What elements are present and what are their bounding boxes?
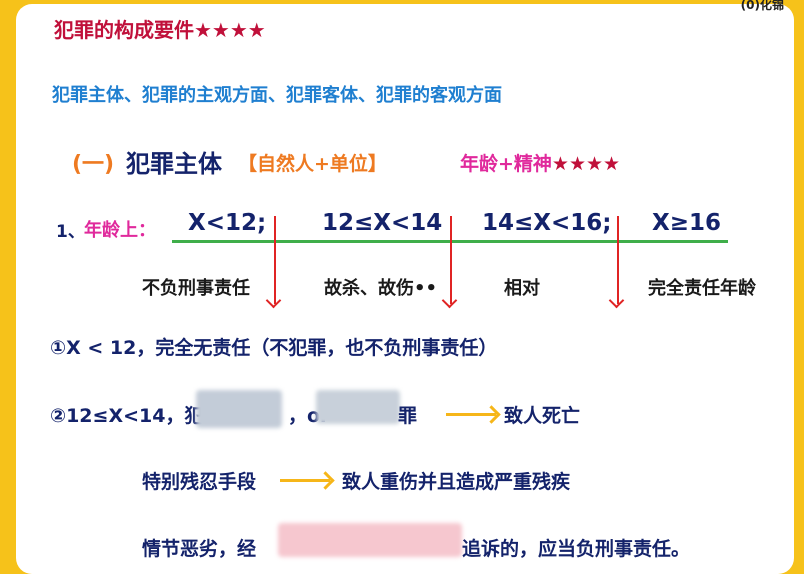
down-arrow-icon (617, 216, 619, 304)
down-arrow-icon (450, 216, 452, 304)
rule-line-4-prefix: 情节恶劣，经 (142, 538, 257, 560)
rule-line-3-prefix: 特别残忍手段 (142, 471, 257, 493)
redacted-block (196, 390, 282, 428)
slide-title-text: 犯罪的构成要件 (54, 18, 194, 42)
redacted-block (278, 523, 462, 557)
age-label: 年龄上： (84, 220, 156, 241)
rule-line-2-tail: 罪 (398, 405, 418, 427)
section-number: (一) (72, 152, 115, 177)
age-range-1: X<12; (188, 210, 267, 236)
section-stars: ★★★★ (551, 153, 621, 175)
responsibility-3: 相对 (504, 278, 540, 299)
rule-line-4-suffix: 追诉的，应当负刑事责任。 (462, 538, 691, 560)
elements-overview: 犯罪主体、犯罪的主观方面、犯罪客体、犯罪的客观方面 (52, 85, 502, 106)
age-mental-label: 年龄+精神★★★★ (460, 149, 620, 176)
age-range-4: X≥16 (652, 210, 722, 236)
down-arrow-icon (274, 216, 276, 304)
section-note: 【自然人+单位】 (238, 153, 387, 175)
slide-card: (0)化锦 犯罪的构成要件★★★★ 犯罪主体、犯罪的主观方面、犯罪客体、犯罪的客… (16, 0, 794, 574)
rule-line-1: ①X < 12，完全无责任（不犯罪，也不负刑事责任） (50, 337, 498, 359)
age-mental-text: 年龄+精神 (460, 153, 552, 175)
title-stars: ★★★★ (194, 18, 266, 42)
age-range-2: 12≤X<14 (322, 210, 443, 236)
responsibility-4: 完全责任年龄 (648, 278, 756, 299)
redacted-block (316, 390, 400, 424)
corner-mark: (0)化锦 (740, 0, 784, 12)
right-arrow-icon (446, 413, 496, 416)
rule-line-2-prefix: ②12≤X<14，犯 (50, 405, 204, 427)
slide-title: 犯罪的构成要件★★★★ (54, 14, 266, 43)
rule-line-3-result: 致人重伤并且造成严重残疾 (342, 471, 571, 493)
section-title: 犯罪主体 (126, 150, 222, 178)
right-arrow-icon (280, 479, 330, 482)
age-range-3: 14≤X<16; (482, 210, 612, 236)
responsibility-1: 不负刑事责任 (142, 278, 250, 299)
rule-line-2-result: 致人死亡 (504, 405, 581, 427)
responsibility-2: 故杀、故伤•• (324, 278, 438, 299)
age-item-number: 1、 (56, 222, 85, 242)
